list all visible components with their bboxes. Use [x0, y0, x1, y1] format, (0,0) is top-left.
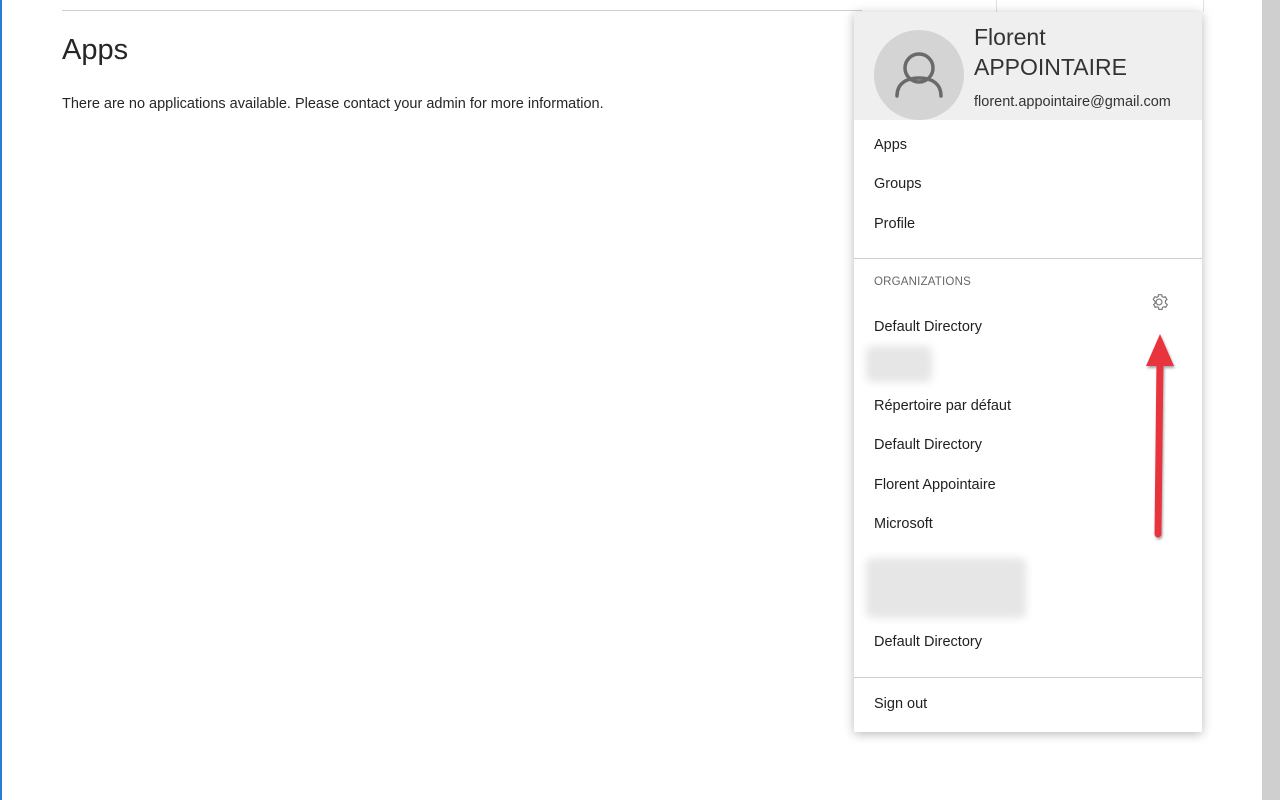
org-item-default-directory[interactable]: Default Directory: [874, 319, 982, 335]
redacted-org-item: [866, 346, 932, 382]
vertical-scrollbar[interactable]: [1262, 0, 1280, 800]
redacted-org-item-2: [866, 558, 1026, 618]
avatar: [874, 30, 964, 120]
menu-item-apps[interactable]: Apps: [874, 137, 907, 153]
window-border: [0, 0, 2, 800]
org-item-default-directory-3[interactable]: Default Directory: [874, 634, 982, 650]
annotation-arrow-icon: [1146, 334, 1174, 538]
organizations-heading: ORGANIZATIONS: [874, 276, 971, 288]
org-item-microsoft[interactable]: Microsoft: [874, 516, 933, 532]
sign-out-button[interactable]: Sign out: [874, 696, 927, 712]
org-item-default-directory-2[interactable]: Default Directory: [874, 437, 982, 453]
org-item-repertoire[interactable]: Répertoire par défaut: [874, 398, 1011, 414]
page-title: Apps: [62, 34, 129, 66]
menu-item-groups[interactable]: Groups: [874, 176, 922, 192]
header-divider: [62, 10, 862, 11]
org-item-florent-appointaire[interactable]: Florent Appointaire: [874, 477, 996, 493]
empty-state-message: There are no applications available. Ple…: [62, 96, 604, 112]
account-header: Florent APPOINTAIRE florent.appointaire@…: [854, 12, 1202, 120]
menu-divider: [854, 258, 1202, 259]
person-icon: [895, 52, 943, 98]
gear-icon[interactable]: [1148, 291, 1170, 313]
header-fragment: [996, 0, 1204, 12]
user-email: florent.appointaire@gmail.com: [974, 94, 1171, 110]
menu-item-profile[interactable]: Profile: [874, 216, 915, 232]
user-last-name: APPOINTAIRE: [974, 54, 1127, 80]
menu-divider-bottom: [854, 677, 1202, 678]
user-first-name: Florent: [974, 24, 1046, 50]
